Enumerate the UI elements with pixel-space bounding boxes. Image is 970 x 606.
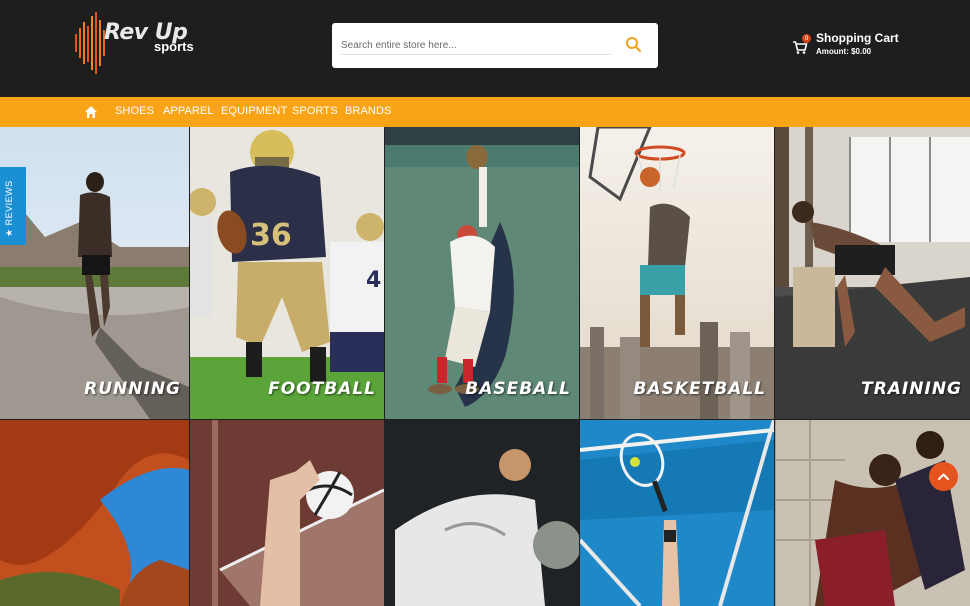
category-tile-wrestling[interactable] — [775, 420, 970, 606]
nav-item-sports[interactable]: SPORTS — [292, 105, 338, 117]
canyon-image — [0, 420, 189, 606]
category-tile-basketball[interactable]: BASKETBALL — [580, 127, 774, 419]
cart-amount: Amount: $0.00 — [816, 47, 872, 56]
running-image — [0, 127, 189, 419]
wrestling-image — [775, 420, 970, 606]
logo-subtitle: sports — [154, 39, 194, 54]
site-logo[interactable]: Rev Up sports — [74, 12, 204, 74]
search-box — [332, 23, 658, 68]
category-tile-tennis[interactable] — [580, 420, 774, 606]
category-tile-hiking[interactable] — [0, 420, 189, 606]
category-tile-running[interactable]: RUNNING — [0, 127, 189, 419]
category-grid: RUNNING 4 36 FOOTBALL BASEBALL BASKETBAL… — [0, 127, 970, 606]
reviews-tab[interactable]: ★ REVIEWS — [0, 167, 26, 245]
category-caption: TRAINING — [861, 379, 962, 399]
category-tile-training[interactable]: TRAINING — [775, 127, 970, 419]
basketball-image — [580, 127, 774, 419]
category-caption: FOOTBALL — [268, 379, 376, 399]
shopping-cart[interactable]: 0 Shopping Cart Amount: $0.00 — [792, 30, 912, 60]
nav-item-brands[interactable]: BRANDS — [345, 105, 391, 117]
football-image: 4 36 — [190, 127, 384, 419]
nav-item-apparel[interactable]: APPAREL — [163, 105, 214, 117]
site-header: Rev Up sports 0 Shopping Cart Amount: $0… — [0, 0, 970, 97]
search-button[interactable] — [624, 35, 644, 55]
tennis-image — [580, 420, 774, 606]
main-nav: SHOES APPAREL EQUIPMENT SPORTS BRANDS — [0, 97, 970, 127]
svg-text:4: 4 — [366, 268, 381, 293]
category-tile-soccer[interactable] — [385, 420, 579, 606]
category-caption: BASKETBALL — [633, 379, 766, 399]
scroll-to-top-button[interactable] — [929, 462, 958, 491]
nav-item-equipment[interactable]: EQUIPMENT — [221, 105, 287, 117]
category-tile-volleyball[interactable] — [190, 420, 384, 606]
category-caption: RUNNING — [84, 379, 181, 399]
baseball-image — [385, 127, 579, 419]
reviews-tab-label: ★ REVIEWS — [4, 180, 14, 237]
home-icon[interactable] — [84, 105, 98, 119]
svg-text:36: 36 — [250, 218, 292, 253]
cart-count-badge: 0 — [802, 34, 811, 43]
category-caption: BASEBALL — [465, 379, 571, 399]
search-input[interactable] — [341, 37, 611, 55]
search-icon — [626, 37, 642, 53]
nav-item-shoes[interactable]: SHOES — [115, 105, 154, 117]
chevron-up-icon — [938, 473, 949, 480]
soccer-image — [385, 420, 579, 606]
training-image — [775, 127, 970, 419]
category-tile-baseball[interactable]: BASEBALL — [385, 127, 579, 419]
volleyball-image — [190, 420, 384, 606]
category-tile-football[interactable]: 4 36 FOOTBALL — [190, 127, 384, 419]
cart-title: Shopping Cart — [816, 31, 899, 45]
